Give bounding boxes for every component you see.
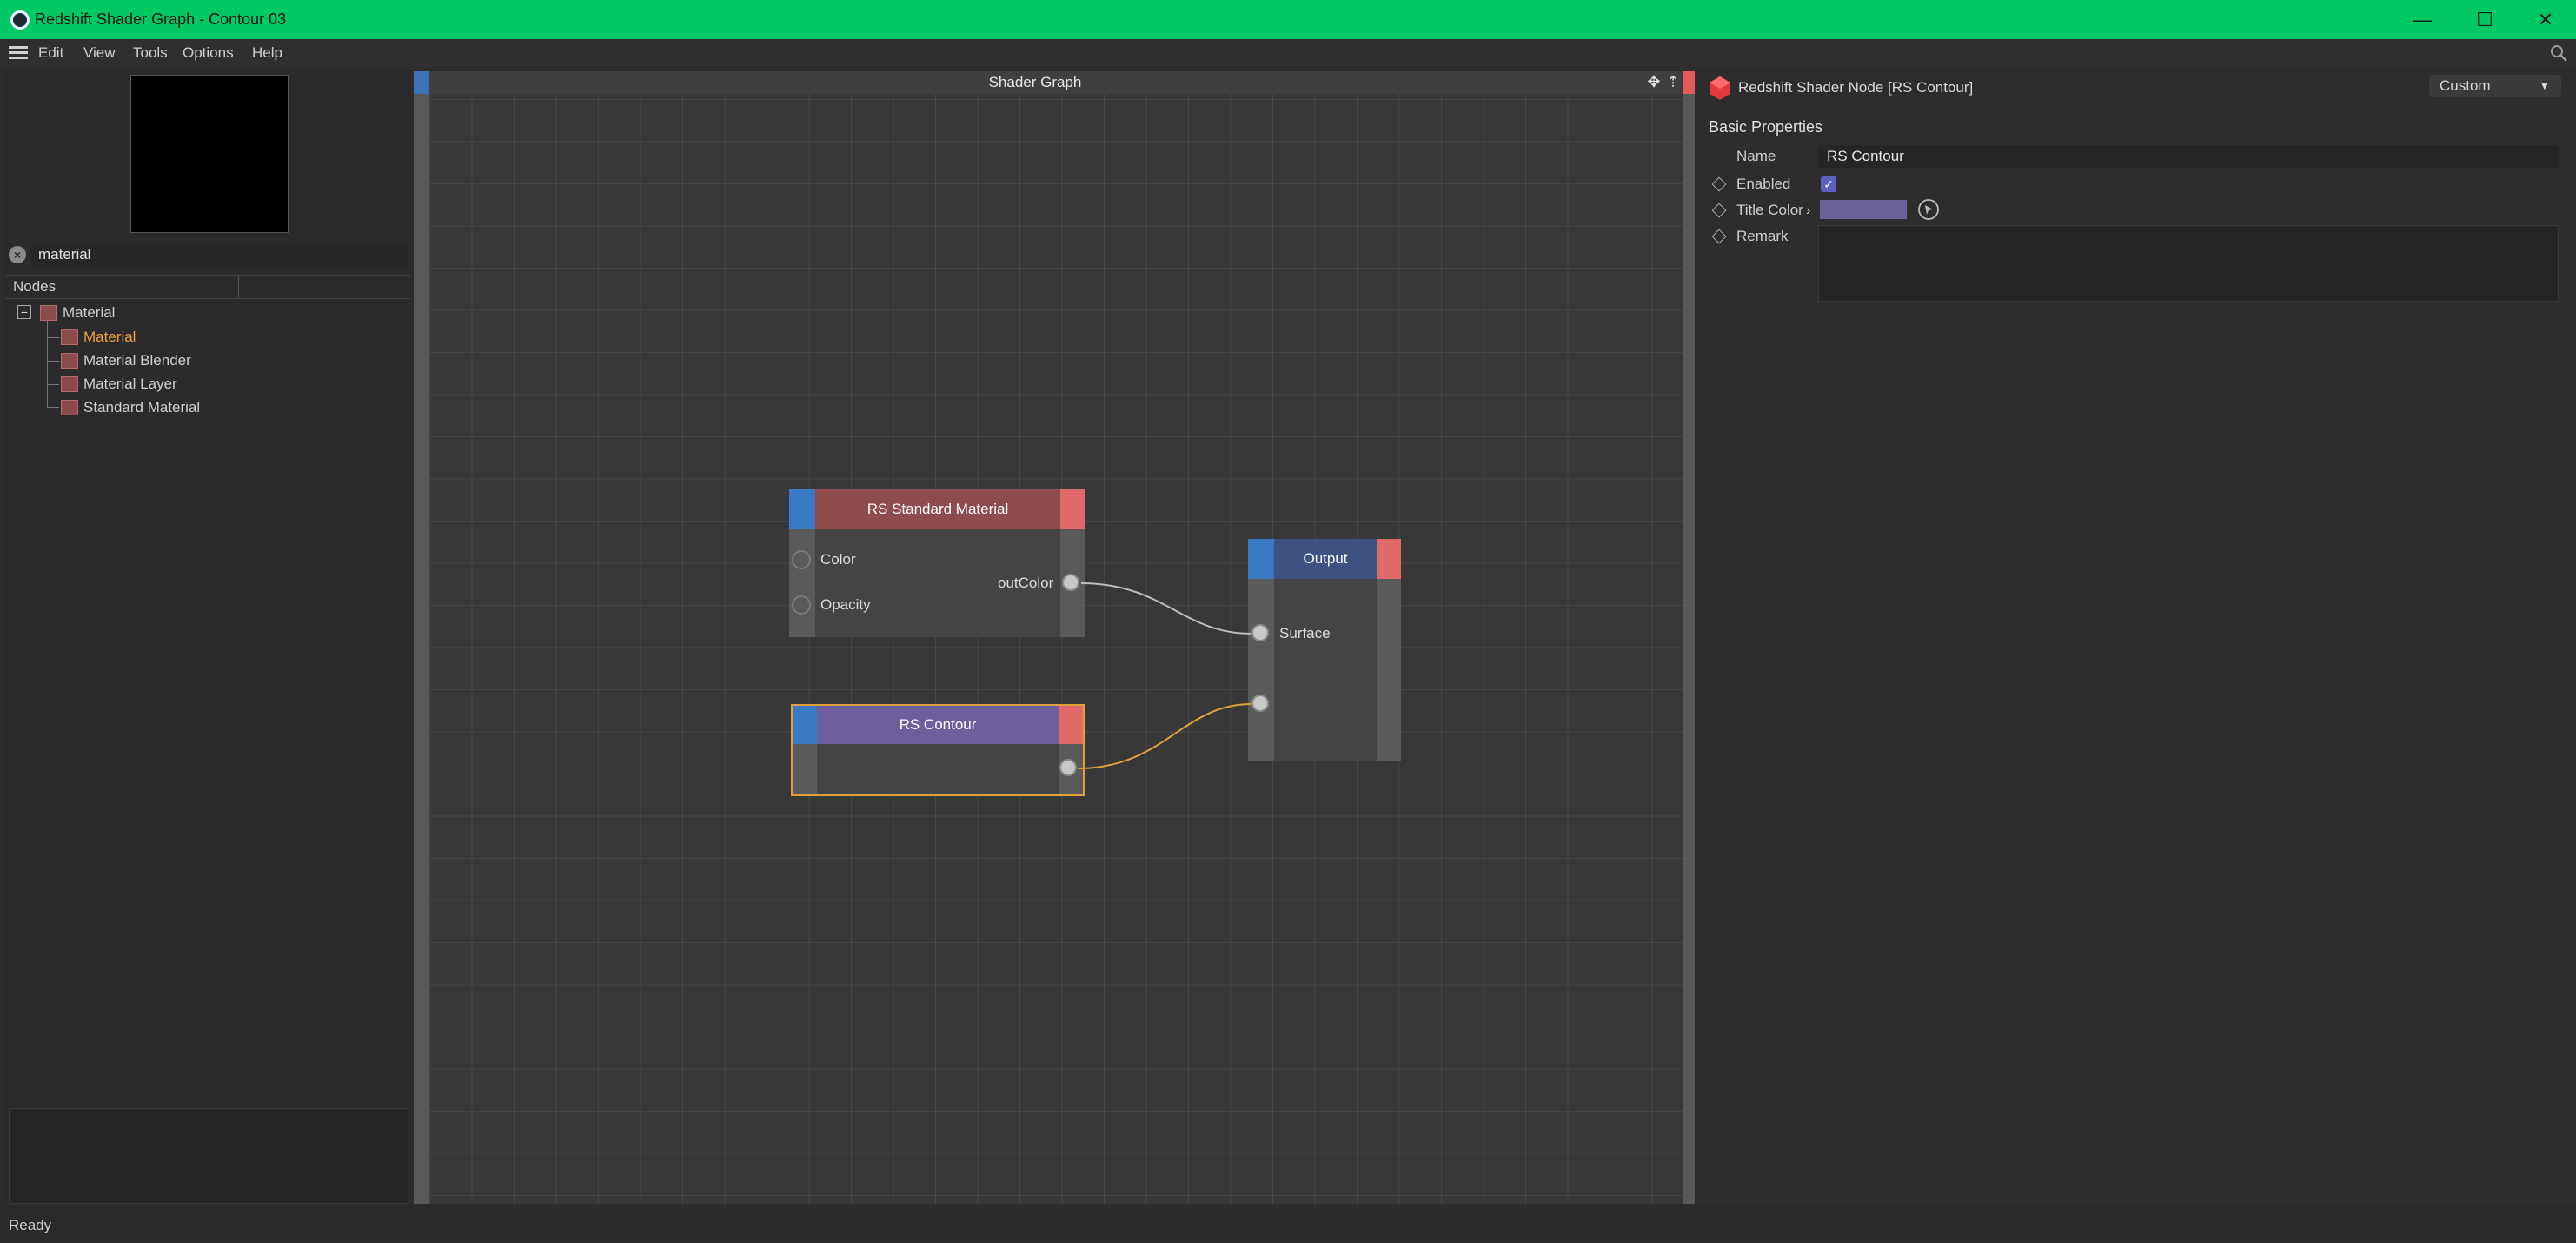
menu-tools[interactable]: Tools <box>133 39 168 67</box>
port-label-color: Color <box>820 551 856 568</box>
material-blender-icon <box>61 353 78 369</box>
title-color-label: Title Color <box>1736 202 1803 218</box>
node-side-bar <box>1377 579 1401 761</box>
enabled-checkbox[interactable]: ✓ <box>1821 176 1836 192</box>
column-divider[interactable] <box>238 276 239 297</box>
menu-help[interactable]: Help <box>252 39 282 67</box>
chevron-right-icon[interactable]: › <box>1806 200 1818 223</box>
status-text: Ready <box>9 1217 52 1233</box>
clear-search-icon[interactable]: × <box>9 246 26 263</box>
node-input-handle[interactable] <box>1248 539 1274 579</box>
menu-view[interactable]: View <box>83 39 116 67</box>
contour-output-port[interactable] <box>1059 759 1077 776</box>
node-title: RS Contour <box>899 716 977 733</box>
tree-item-standard-material[interactable]: Standard Material <box>83 396 200 419</box>
tree-line <box>47 407 59 408</box>
outcolor-output-port[interactable] <box>1062 574 1079 591</box>
shader-graph-canvas[interactable] <box>429 94 1683 1204</box>
tree-item-material-group[interactable]: Material <box>63 301 115 324</box>
section-title: Basic Properties <box>1709 118 1823 136</box>
node-input-handle[interactable] <box>793 706 817 744</box>
remark-field[interactable] <box>1818 225 2559 302</box>
color-picker-icon[interactable] <box>1917 198 1940 221</box>
window-title: Redshift Shader Graph - Contour 03 <box>35 10 287 28</box>
hamburger-menu-icon[interactable] <box>9 46 28 60</box>
tree-line <box>47 337 59 338</box>
collapse-icon[interactable]: − <box>17 305 31 319</box>
name-field[interactable]: RS Contour <box>1818 145 2559 168</box>
close-button[interactable]: ✕ <box>2517 0 2574 39</box>
nodes-header-label: Nodes <box>13 278 56 295</box>
port-label-surface: Surface <box>1279 625 1331 641</box>
node-output-handle[interactable] <box>1059 706 1083 744</box>
menu-options[interactable]: Options <box>183 39 234 67</box>
color-input-port[interactable] <box>792 550 811 569</box>
enabled-label: Enabled <box>1736 176 1791 192</box>
node-output-handle[interactable] <box>1060 489 1085 529</box>
node-side-bar <box>789 529 815 637</box>
port-label-opacity: Opacity <box>820 596 871 613</box>
node-info-box <box>9 1108 408 1204</box>
graph-title: Shader Graph <box>988 74 1082 90</box>
app-icon <box>10 10 30 30</box>
pin-icon[interactable]: ⇡ <box>1664 73 1682 90</box>
material-folder-icon <box>40 305 57 321</box>
material-node-icon <box>61 329 78 345</box>
node-side-bar <box>1248 579 1274 761</box>
node-input-handle[interactable] <box>789 489 815 529</box>
node-output-handle[interactable] <box>1377 539 1401 579</box>
name-label: Name <box>1736 148 1776 164</box>
node-browser-panel <box>3 70 410 1204</box>
node-title: RS Standard Material <box>866 501 1009 517</box>
chevron-down-icon[interactable]: ▼ <box>2539 75 2557 97</box>
tree-item-material[interactable]: Material <box>83 325 136 349</box>
tree-line <box>47 321 48 407</box>
maximize-button[interactable]: ☐ <box>2456 0 2513 39</box>
nodes-column-header <box>5 275 410 299</box>
node-search-input[interactable] <box>31 243 408 267</box>
graph-frame <box>1683 94 1695 1204</box>
tree-item-material-layer[interactable]: Material Layer <box>83 372 177 396</box>
graph-header-accent <box>1683 71 1695 94</box>
minimize-button[interactable]: — <box>2393 0 2451 39</box>
title-bar <box>0 0 2576 39</box>
port-label-outcolor: outColor <box>998 575 1054 591</box>
tree-line <box>47 361 59 362</box>
contour-input-port[interactable] <box>1251 695 1269 712</box>
standard-material-icon <box>61 400 78 415</box>
move-icon[interactable]: ✥ <box>1645 73 1663 90</box>
redshift-logo-icon <box>1710 76 1730 100</box>
opacity-input-port[interactable] <box>792 595 811 615</box>
node-title: Output <box>1303 550 1348 567</box>
node-side-bar <box>793 744 817 794</box>
remark-label: Remark <box>1736 228 1789 244</box>
status-bar <box>0 1206 2576 1243</box>
search-icon[interactable] <box>2548 43 2569 63</box>
title-color-swatch[interactable] <box>1820 200 1907 219</box>
graph-frame <box>414 94 429 1204</box>
menu-edit[interactable]: Edit <box>38 39 63 67</box>
tree-line <box>47 384 59 385</box>
material-layer-icon <box>61 376 78 392</box>
tree-item-material-blender[interactable]: Material Blender <box>83 349 191 372</box>
surface-input-port[interactable] <box>1251 624 1269 641</box>
properties-header: Redshift Shader Node [RS Contour] <box>1738 79 1974 96</box>
menu-bar <box>0 39 2576 67</box>
material-preview <box>130 75 289 233</box>
